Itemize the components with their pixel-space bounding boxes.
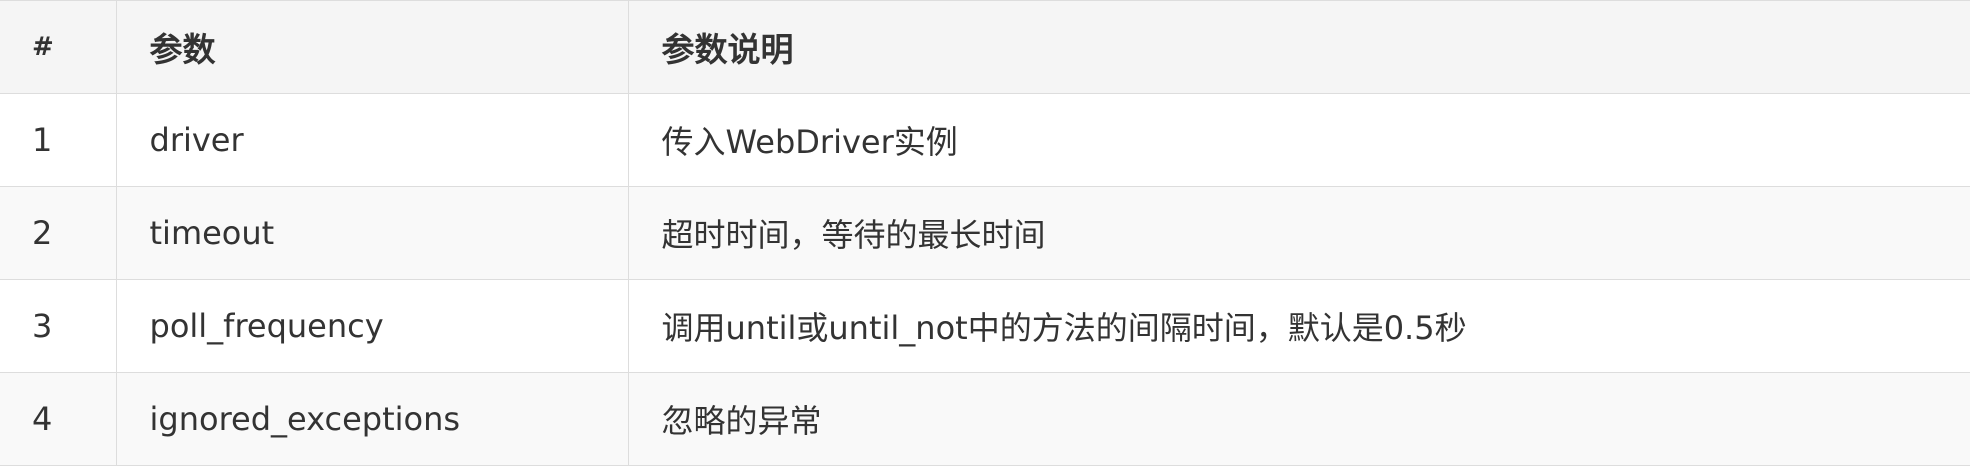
param-description: 传入WebDriver实例 [627, 93, 1970, 187]
row-index: 4 [0, 372, 117, 466]
header-param: 参数 [115, 0, 629, 94]
param-name: poll_frequency [115, 279, 629, 373]
param-name: driver [115, 93, 629, 187]
header-row: # 参数 参数说明 [0, 0, 1970, 94]
row-index: 2 [0, 186, 117, 280]
table-header: # 参数 参数说明 [0, 0, 1970, 94]
param-name: timeout [115, 186, 629, 280]
row-index: 1 [0, 93, 117, 187]
param-name: ignored_exceptions [115, 372, 629, 466]
row-index: 3 [0, 279, 117, 373]
param-description: 调用until或until_not中的方法的间隔时间，默认是0.5秒 [627, 279, 1970, 373]
table-row: 1 driver 传入WebDriver实例 [0, 93, 1970, 187]
table-body: 1 driver 传入WebDriver实例 2 timeout 超时时间，等待… [0, 93, 1970, 466]
param-description: 超时时间，等待的最长时间 [627, 186, 1970, 280]
param-description: 忽略的异常 [627, 372, 1970, 466]
header-index: # [0, 0, 117, 94]
parameters-table: # 参数 参数说明 1 driver 传入WebDriver实例 2 timeo… [0, 0, 1970, 466]
table-row: 3 poll_frequency 调用until或until_not中的方法的间… [0, 279, 1970, 373]
header-description: 参数说明 [627, 0, 1970, 94]
table-row: 4 ignored_exceptions 忽略的异常 [0, 372, 1970, 466]
table-row: 2 timeout 超时时间，等待的最长时间 [0, 186, 1970, 280]
